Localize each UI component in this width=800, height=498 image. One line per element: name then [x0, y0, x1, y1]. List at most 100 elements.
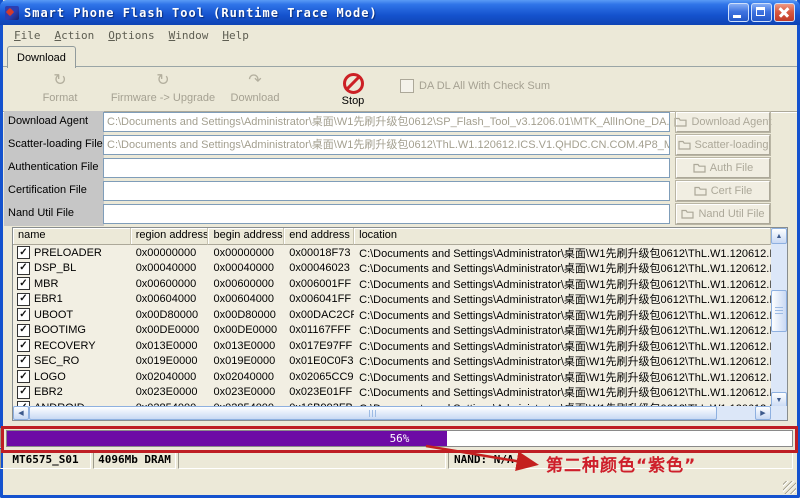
- menu-item-options[interactable]: Options: [101, 27, 161, 44]
- da-dl-label: DA DL All With Check Sum: [419, 80, 550, 92]
- file-field-row: Scatter-loading FileC:\Documents and Set…: [3, 135, 797, 155]
- column-header-location[interactable]: location: [354, 228, 771, 245]
- scroll-up-button[interactable]: ▲: [771, 228, 787, 244]
- partition-name: EBR2: [34, 386, 63, 398]
- window-title: Smart Phone Flash Tool (Runtime Trace Mo…: [24, 6, 378, 20]
- end-address: 0x006041FF: [284, 293, 354, 305]
- table-row[interactable]: ✓EBR10x006040000x006040000x006041FFC:\Do…: [13, 292, 771, 308]
- browse-button-cert-file[interactable]: Cert File: [676, 181, 770, 201]
- browse-button-auth-file[interactable]: Auth File: [676, 158, 770, 178]
- table-row[interactable]: ✓DSP_BL0x000400000x000400000x00046023C:\…: [13, 261, 771, 277]
- table-row[interactable]: ✓BOOTIMG0x00DE00000x00DE00000x01167FFFC:…: [13, 323, 771, 339]
- scroll-right-button[interactable]: ▶: [755, 406, 771, 420]
- table-row[interactable]: ✓MBR0x006000000x006000000x006001FFC:\Doc…: [13, 276, 771, 292]
- column-header-end-address[interactable]: end address: [284, 228, 354, 245]
- minimize-button[interactable]: [728, 3, 749, 22]
- menu-item-file[interactable]: File: [7, 27, 48, 44]
- download-icon: ↷: [200, 71, 310, 91]
- field-input-download-agent[interactable]: C:\Documents and Settings\Administrator\…: [103, 112, 670, 132]
- region-address: 0x013E0000: [131, 340, 209, 352]
- progress-percent: 56%: [7, 431, 792, 446]
- horizontal-scrollbar[interactable]: ◀ ▶: [13, 406, 771, 420]
- region-address: 0x00600000: [131, 278, 209, 290]
- menu-item-help[interactable]: Help: [215, 27, 256, 44]
- maximize-button[interactable]: [751, 3, 772, 22]
- row-checkbox[interactable]: ✓: [17, 262, 30, 275]
- column-header-name[interactable]: name: [13, 228, 131, 245]
- field-label: Certification File: [8, 184, 102, 196]
- browse-button-label: Auth File: [710, 162, 753, 174]
- progress-annotation-box: 56%: [1, 426, 798, 453]
- client-area: FileActionOptionsWindowHelp Download ↻ F…: [3, 25, 797, 495]
- browse-button-scatter-loading[interactable]: Scatter-loading: [676, 135, 770, 155]
- menu-item-action[interactable]: Action: [48, 27, 102, 44]
- vertical-scrollbar[interactable]: ▲ ▼: [771, 228, 787, 408]
- row-checkbox[interactable]: ✓: [17, 324, 30, 337]
- row-checkbox[interactable]: ✓: [17, 293, 30, 306]
- row-checkbox[interactable]: ✓: [17, 370, 30, 383]
- begin-address: 0x00DE0000: [208, 324, 284, 336]
- partition-name: DSP_BL: [34, 262, 76, 274]
- title-bar: Smart Phone Flash Tool (Runtime Trace Mo…: [0, 0, 800, 25]
- tab-download[interactable]: Download: [7, 46, 76, 68]
- table-row[interactable]: ✓LOGO0x020400000x020400000x02065CC9C:\Do…: [13, 369, 771, 385]
- begin-address: 0x019E0000: [208, 355, 284, 367]
- browse-button-label: Nand Util File: [698, 208, 764, 220]
- end-address: 0x02065CC9: [284, 371, 354, 383]
- begin-address: 0x013E0000: [208, 340, 284, 352]
- partition-name: BOOTIMG: [34, 324, 86, 336]
- app-icon: [5, 6, 19, 20]
- begin-address: 0x023E0000: [208, 386, 284, 398]
- row-checkbox[interactable]: ✓: [17, 308, 30, 321]
- location: C:\Documents and Settings\Administrator\…: [354, 322, 771, 338]
- table-row[interactable]: ✓PRELOADER0x000000000x000000000x00018F73…: [13, 245, 771, 261]
- scroll-left-button[interactable]: ◀: [13, 406, 29, 420]
- download-button[interactable]: ↷ Download: [200, 71, 310, 104]
- row-checkbox[interactable]: ✓: [17, 246, 30, 259]
- browse-button-download-agent[interactable]: Download Agent: [676, 112, 770, 132]
- tab-row: Download: [3, 45, 797, 67]
- close-button[interactable]: [774, 3, 795, 22]
- toolbar: ↻ Format ↻ Firmware -> Upgrade ↷ Downloa…: [3, 67, 797, 112]
- location: C:\Documents and Settings\Administrator\…: [354, 353, 771, 369]
- region-address: 0x02040000: [131, 371, 209, 383]
- file-field-row: Nand Util FileNand Util File: [3, 204, 797, 224]
- column-header-begin-address[interactable]: begin address: [208, 228, 284, 245]
- table-row[interactable]: ✓RECOVERY0x013E00000x013E00000x017E97FFC…: [13, 338, 771, 354]
- partition-name: RECOVERY: [34, 340, 96, 352]
- maximize-icon: [756, 7, 765, 16]
- row-checkbox[interactable]: ✓: [17, 339, 30, 352]
- table-row[interactable]: ✓SEC_RO0x019E00000x019E00000x01E0C0F3C:\…: [13, 354, 771, 370]
- table-row[interactable]: ✓EBR20x023E00000x023E00000x023E01FFC:\Do…: [13, 385, 771, 401]
- resize-grip[interactable]: [783, 481, 796, 494]
- column-header-region-address[interactable]: region address: [131, 228, 209, 245]
- row-checkbox[interactable]: ✓: [17, 355, 30, 368]
- end-address: 0x00018F73: [284, 247, 354, 259]
- menu-item-window[interactable]: Window: [162, 27, 216, 44]
- field-input-authentication-file[interactable]: [103, 158, 670, 178]
- file-field-row: Authentication FileAuth File: [3, 158, 797, 178]
- row-checkbox[interactable]: ✓: [17, 277, 30, 290]
- end-address: 0x00046023: [284, 262, 354, 274]
- table-row[interactable]: ✓UBOOT0x00D800000x00D800000x00DAC2CFC:\D…: [13, 307, 771, 323]
- row-checkbox[interactable]: ✓: [17, 386, 30, 399]
- stop-button[interactable]: Stop: [298, 71, 408, 107]
- horizontal-scroll-thumb[interactable]: [29, 406, 717, 420]
- end-address: 0x00DAC2CF: [284, 309, 354, 321]
- file-field-row: Download Agent C:\Documents and Settings\…: [3, 112, 797, 132]
- browse-button-nand-util-file[interactable]: Nand Util File: [676, 204, 770, 224]
- partition-name: UBOOT: [34, 309, 73, 321]
- stop-icon: [343, 73, 364, 94]
- field-input-scatter-loading-file[interactable]: C:\Documents and Settings\Administrator\…: [103, 135, 670, 155]
- table-header: nameregion addressbegin addressend addre…: [13, 228, 771, 245]
- begin-address: 0x00040000: [208, 262, 284, 274]
- field-input-certification-file[interactable]: [103, 181, 670, 201]
- location: C:\Documents and Settings\Administrator\…: [354, 384, 771, 400]
- vertical-scroll-thumb[interactable]: [771, 290, 787, 332]
- field-input-nand-util-file[interactable]: [103, 204, 670, 224]
- menu-bar: FileActionOptionsWindowHelp: [3, 25, 797, 45]
- da-dl-checkbox[interactable]: DA DL All With Check Sum: [400, 79, 550, 93]
- partition-name: EBR1: [34, 293, 63, 305]
- location: C:\Documents and Settings\Administrator\…: [354, 307, 771, 323]
- begin-address: 0x00600000: [208, 278, 284, 290]
